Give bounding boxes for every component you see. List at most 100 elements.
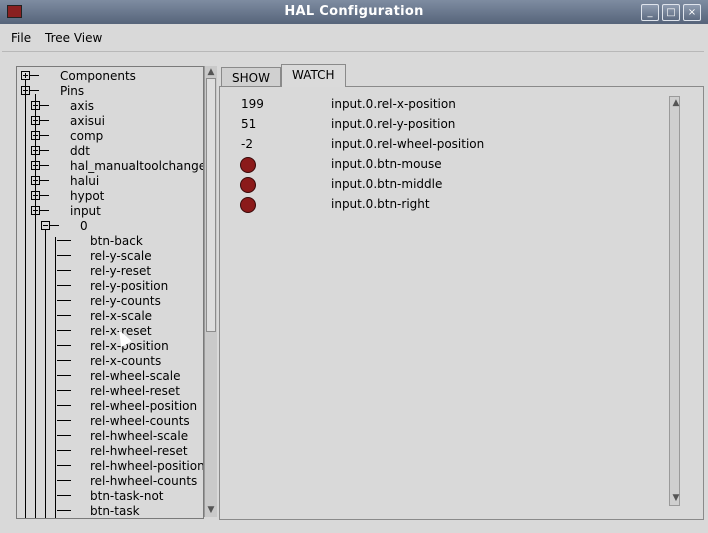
- tree-node-label: rel-y-reset: [90, 264, 152, 278]
- watch-panel: 199 input.0.rel-x-position 51 input.0.rel-y…: [219, 86, 704, 520]
- watch-pin-name: input.0.rel-x-position: [331, 97, 456, 111]
- tree-node-label: rel-wheel-reset: [90, 384, 180, 398]
- tree-node[interactable]: hal_manualtoolchange: [17, 158, 203, 173]
- tree-connector: [40, 150, 49, 151]
- tree-node-label: rel-hwheel-counts: [90, 474, 198, 488]
- watch-scrollbar[interactable]: ▲ ▼: [669, 96, 680, 506]
- tree-connector: [57, 315, 71, 316]
- watch-pin-name: input.0.btn-mouse: [331, 157, 442, 171]
- tree-node-label: btn-task: [90, 504, 140, 518]
- tree-guide-line: [45, 229, 46, 518]
- scroll-down-arrow-icon[interactable]: ▼: [206, 505, 216, 515]
- tree-node-label: Pins: [60, 84, 85, 98]
- title-bar[interactable]: HAL Configuration _ □ ×: [0, 0, 708, 24]
- tree-connector: [57, 405, 71, 406]
- watch-pin-name: input.0.btn-middle: [331, 177, 443, 191]
- watch-value: -2: [241, 137, 253, 151]
- tree-connector: [57, 255, 71, 256]
- tree-node[interactable]: hypot: [17, 188, 203, 203]
- maximize-button[interactable]: □: [662, 4, 680, 21]
- watch-pin-name: input.0.rel-wheel-position: [331, 137, 485, 151]
- tree-connector: [57, 390, 71, 391]
- led-indicator-icon: [240, 197, 256, 213]
- tree-connector: [57, 240, 71, 241]
- tree-node-label: input: [70, 204, 101, 218]
- tree-node[interactable]: comp: [17, 128, 203, 143]
- tree-node[interactable]: axisui: [17, 113, 203, 128]
- tree-node[interactable]: input: [17, 203, 203, 218]
- tree-connector: [30, 90, 39, 91]
- tree-node-label: rel-x-scale: [90, 309, 153, 323]
- scroll-up-arrow-icon[interactable]: ▲: [206, 67, 216, 77]
- tree-node-label: rel-hwheel-position: [90, 459, 204, 473]
- tree-node-label: rel-hwheel-reset: [90, 444, 188, 458]
- tree-connector: [57, 360, 71, 361]
- tree-node-label: btn-back: [90, 234, 143, 248]
- menu-bar: File Tree View: [2, 25, 704, 52]
- tree-node-label: 0: [80, 219, 88, 233]
- tree-connector: [57, 450, 71, 451]
- tree-node-label: rel-wheel-counts: [90, 414, 190, 428]
- tree-connector: [57, 285, 71, 286]
- tree-guide-line: [25, 79, 26, 518]
- tree-node-label: rel-y-counts: [90, 294, 161, 308]
- watch-row: 199 input.0.rel-x-position: [220, 95, 660, 115]
- tree-node-label: axisui: [70, 114, 105, 128]
- tree-node-label: rel-y-scale: [90, 249, 152, 263]
- tree-node[interactable]: ddt: [17, 143, 203, 158]
- tree-node[interactable]: Components: [17, 68, 203, 83]
- tree-content: Components Pins axis axisui comp ddt hal_manua…: [17, 67, 203, 518]
- watch-scroll-up-icon[interactable]: ▲: [671, 98, 681, 108]
- tree-connector: [50, 225, 59, 226]
- tree-node-label: ddt: [70, 144, 90, 158]
- tab-watch[interactable]: WATCH: [281, 64, 346, 87]
- tree-node[interactable]: halui: [17, 173, 203, 188]
- watch-value: 199: [241, 97, 264, 111]
- watch-row: input.0.btn-right: [220, 195, 660, 215]
- tree-connector: [57, 495, 71, 496]
- tree-node-label: hypot: [70, 189, 105, 203]
- tree-node-label: rel-y-position: [90, 279, 169, 293]
- tree-connector: [40, 165, 49, 166]
- minimize-button[interactable]: _: [641, 4, 659, 21]
- tree-connector: [57, 345, 71, 346]
- led-indicator-icon: [240, 157, 256, 173]
- tree-connector: [57, 435, 71, 436]
- tree-scroll-thumb[interactable]: [206, 78, 216, 332]
- watch-row: input.0.btn-middle: [220, 175, 660, 195]
- tree-guide-line: [55, 237, 56, 518]
- close-button[interactable]: ×: [683, 4, 701, 21]
- tree-guide-line: [35, 94, 36, 518]
- pin-tree[interactable]: Components Pins axis axisui comp ddt hal_manua…: [16, 66, 204, 519]
- tree-node-label: comp: [70, 129, 104, 143]
- tree-scrollbar[interactable]: ▲ ▼: [204, 66, 217, 517]
- window-title: HAL Configuration: [284, 4, 424, 19]
- tree-connector: [57, 375, 71, 376]
- watch-pin-name: input.0.rel-y-position: [331, 117, 456, 131]
- tree-connector: [40, 105, 49, 106]
- menu-tree-view[interactable]: Tree View: [45, 31, 102, 45]
- tree-connector: [57, 510, 71, 511]
- tree-node[interactable]: Pins: [17, 83, 203, 98]
- watch-value: 51: [241, 117, 257, 131]
- tree-connector: [57, 480, 71, 481]
- watch-pin-name: input.0.btn-right: [331, 197, 430, 211]
- watch-scroll-down-icon[interactable]: ▼: [671, 493, 681, 503]
- tree-node-label: rel-x-counts: [90, 354, 162, 368]
- menu-file[interactable]: File: [11, 31, 31, 45]
- watch-row: 51 input.0.rel-y-position: [220, 115, 660, 135]
- tree-connector: [57, 465, 71, 466]
- led-indicator-icon: [240, 177, 256, 193]
- tree-node-label: Components: [60, 69, 136, 83]
- tree-connector: [30, 75, 39, 76]
- tree-node-label: axis: [70, 99, 95, 113]
- tree-node[interactable]: axis: [17, 98, 203, 113]
- tree-node-label: rel-wheel-position: [90, 399, 198, 413]
- tree-node-label: rel-hwheel-scale: [90, 429, 189, 443]
- tree-node-label: halui: [70, 174, 100, 188]
- tree-connector: [57, 300, 71, 301]
- tree-node-label: btn-task-not: [90, 489, 164, 503]
- tab-show[interactable]: SHOW: [221, 67, 281, 88]
- tree-connector: [57, 420, 71, 421]
- tree-connector: [40, 210, 49, 211]
